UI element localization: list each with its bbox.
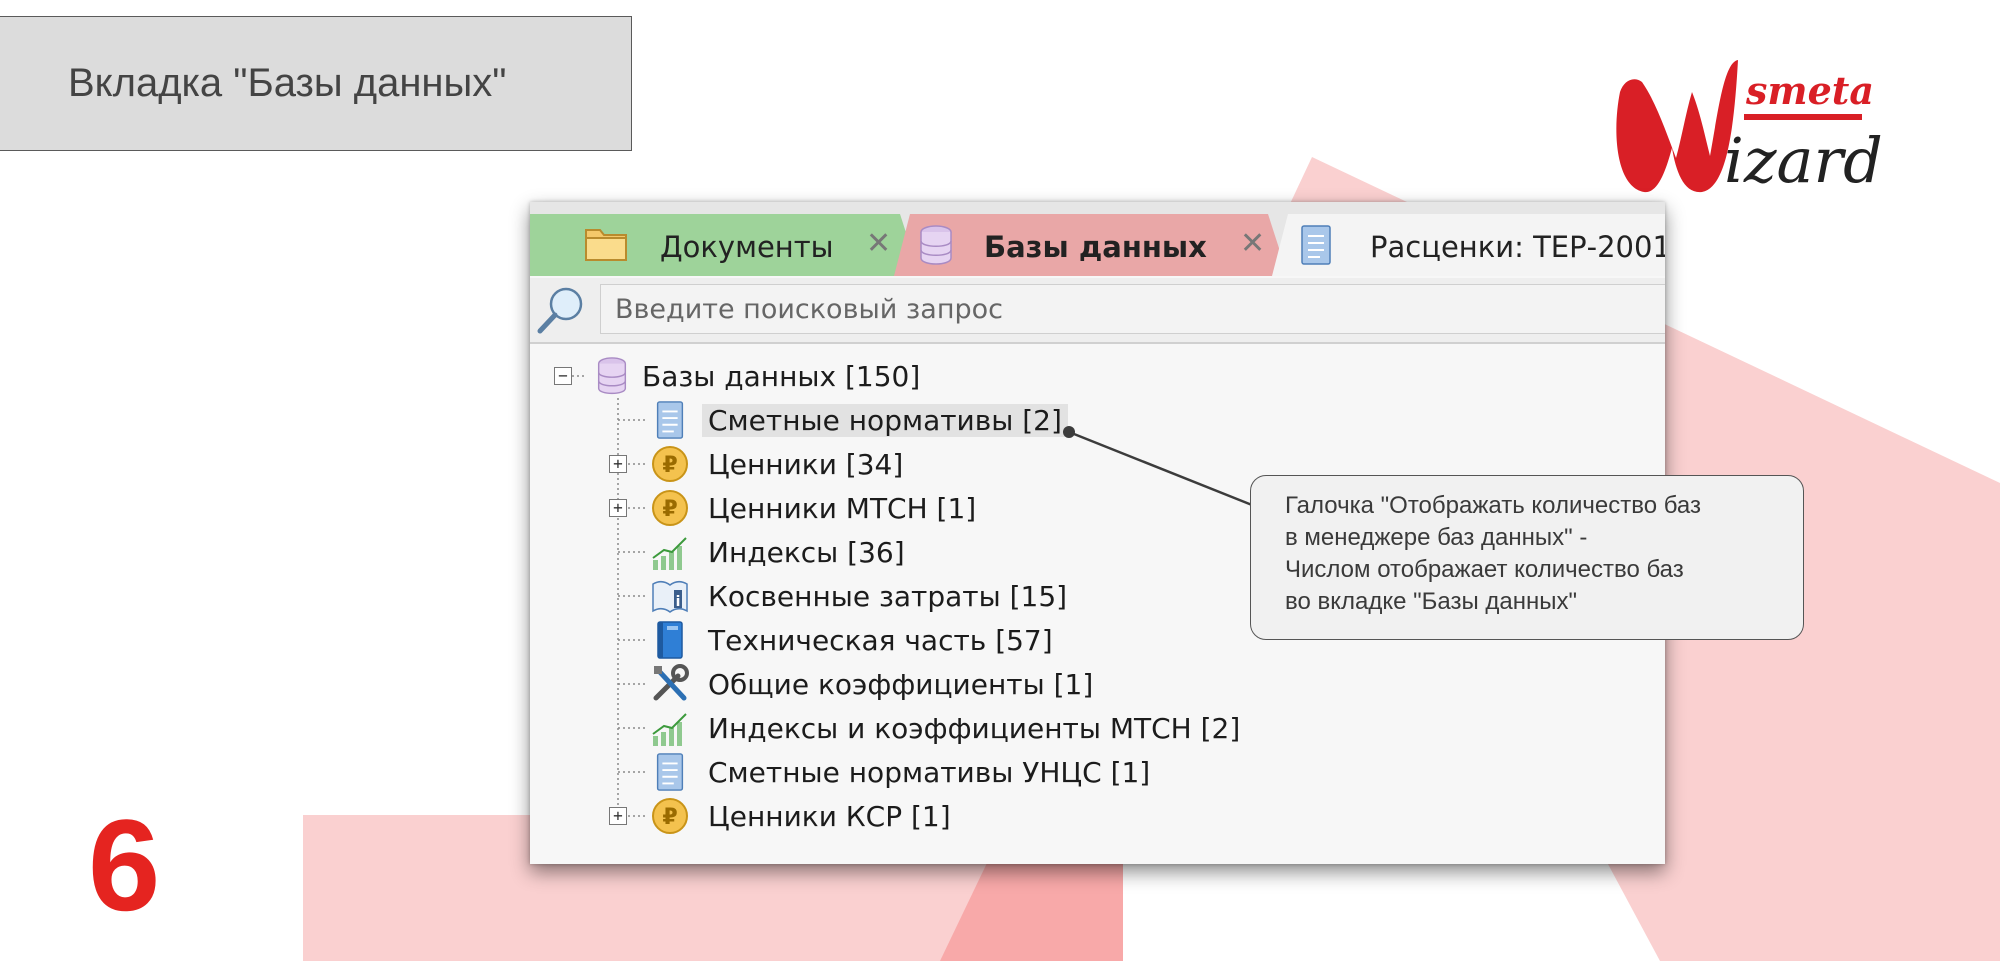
callout-line: Галочка "Отображать количество баз: [1285, 492, 1701, 519]
smeta-wizard-logo: smeta izard: [1606, 52, 1896, 202]
search-input[interactable]: [600, 284, 1665, 334]
tab-documents-label: Документы: [660, 230, 834, 264]
tools-icon: [650, 664, 690, 704]
blue-book-icon: [650, 620, 690, 660]
collapse-root-icon[interactable]: −: [554, 367, 572, 385]
logo-big-text: izard: [1724, 124, 1883, 197]
callout-line: Числом отображает количество баз: [1285, 556, 1684, 583]
database-icon: [592, 356, 632, 396]
slide-number: 6: [88, 792, 161, 938]
document-icon: [1298, 224, 1334, 273]
callout-note: Галочка "Отображать количество баз в мен…: [1250, 475, 1804, 640]
tree-item-label: Сметные нормативы УНЦС [1]: [708, 756, 1151, 789]
slide-title-text: Вкладка "Базы данных": [68, 61, 507, 105]
ruble-coin-icon: ₽: [650, 488, 690, 528]
document-icon: [650, 752, 690, 792]
info-book-icon: i: [650, 576, 690, 616]
tree-item-label: Общие коэффициенты [1]: [708, 668, 1094, 701]
document-icon: [650, 400, 690, 440]
tree-item-label: Ценники КСР [1]: [708, 800, 951, 833]
expand-price-lists-ksr-icon[interactable]: +: [609, 807, 627, 825]
tree-item-label: Ценники [34]: [708, 448, 904, 481]
tab-rates-label: Расценки: ТЕР-2001: [1370, 230, 1665, 264]
tab-documents-close-icon[interactable]: ✕: [866, 226, 891, 261]
tab-databases-label: Базы данных: [984, 230, 1207, 264]
expand-price-lists-mtsn-icon[interactable]: +: [609, 499, 627, 517]
tab-documents[interactable]: Документы ✕: [530, 214, 920, 276]
tab-databases[interactable]: Базы данных ✕: [894, 214, 1288, 276]
callout-line: в менеджере баз данных" -: [1285, 524, 1588, 551]
tree-item-label: Косвенные затраты [15]: [708, 580, 1068, 613]
callout-line: во вкладке "Базы данных": [1285, 588, 1578, 615]
tab-bar: Документы ✕ Базы данных ✕ Расценки: ТЕР-…: [530, 202, 1665, 276]
search-bar: [530, 278, 1665, 344]
svg-text:i: i: [676, 594, 681, 610]
tab-databases-close-icon[interactable]: ✕: [1240, 226, 1265, 261]
tree-item-label: Ценники МТСН [1]: [708, 492, 977, 525]
tab-rates[interactable]: Расценки: ТЕР-2001: [1272, 214, 1665, 276]
slide-title: Вкладка "Базы данных": [0, 16, 632, 151]
tree-item-label: Техническая часть [57]: [708, 624, 1053, 657]
svg-text:₽: ₽: [662, 805, 677, 830]
svg-text:₽: ₽: [662, 453, 677, 478]
tree-root-label: Базы данных [150]: [642, 360, 921, 393]
tree-item-label: Сметные нормативы [2]: [702, 404, 1068, 437]
svg-text:₽: ₽: [662, 497, 677, 522]
ruble-coin-icon: ₽: [650, 796, 690, 836]
logo-small-text: smeta: [1745, 68, 1874, 113]
magnifier-icon[interactable]: [534, 284, 588, 338]
ruble-coin-icon: ₽: [650, 444, 690, 484]
tree-item-label: Индексы и коэффициенты МТСН [2]: [708, 712, 1241, 745]
folder-icon: [584, 224, 628, 271]
bar-chart-icon: [650, 532, 690, 572]
expand-price-lists-icon[interactable]: +: [609, 455, 627, 473]
bar-chart-icon: [650, 708, 690, 748]
tree-item-label: Индексы [36]: [708, 536, 905, 569]
database-icon: [918, 224, 954, 273]
